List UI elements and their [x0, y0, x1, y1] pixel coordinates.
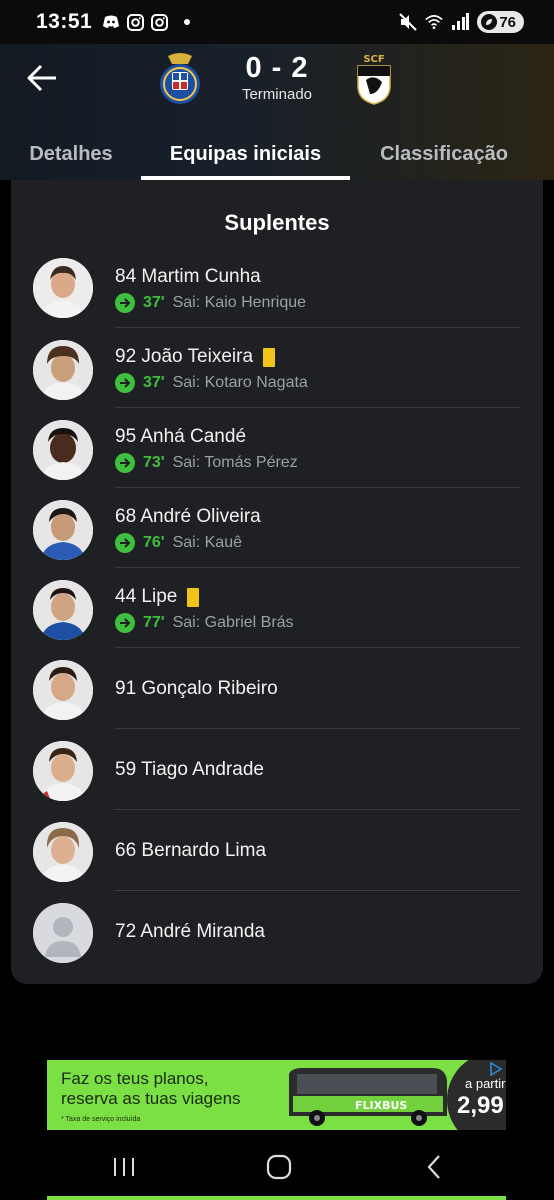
instagram-icon — [150, 13, 168, 31]
home-icon — [266, 1154, 292, 1180]
player-row[interactable]: 84 Martim Cunha 37' Sai: Kaio Henrique — [11, 248, 543, 328]
section-title: Suplentes — [224, 210, 330, 235]
sub-replaced-player: Sai: Tomás Pérez — [172, 454, 298, 471]
match-score: 0 - 2 — [245, 52, 309, 84]
player-row[interactable]: 44 Lipe 77' Sai: Gabriel Brás — [11, 568, 543, 648]
player-avatar — [33, 258, 93, 318]
mute-icon — [399, 13, 418, 31]
player-name: 95 Anhá Candé — [115, 426, 247, 447]
system-navigation-bar — [0, 1134, 554, 1200]
player-name: 72 André Miranda — [115, 921, 265, 942]
match-tabs: Detalhes Equipas iniciais Classificação — [0, 128, 554, 180]
arrow-left-icon — [27, 64, 56, 92]
sub-replaced-player: Sai: Kauê — [172, 534, 242, 551]
ad-price-label: a partir de — [465, 1076, 506, 1091]
ad-banner[interactable]: Faz os teus planos, reserva as tuas viag… — [47, 1060, 506, 1130]
wifi-icon — [425, 13, 444, 31]
player-row[interactable]: 59 Tiago Andrade — [11, 729, 543, 810]
player-row[interactable]: 91 Gonçalo Ribeiro — [11, 648, 543, 729]
player-name: 44 Lipe — [115, 586, 200, 608]
adchoices-icon[interactable] — [489, 1062, 503, 1076]
player-avatar — [33, 660, 93, 720]
ad-line-1: Faz os teus planos, — [61, 1069, 209, 1088]
player-avatar — [33, 741, 93, 801]
home-button[interactable] — [262, 1152, 296, 1182]
sub-replaced-player: Sai: Kotaro Nagata — [172, 374, 308, 391]
player-name: 68 André Oliveira — [115, 506, 261, 527]
substitution-info: 37' Sai: Kotaro Nagata — [115, 373, 308, 393]
more-notifications-dot — [184, 19, 191, 25]
bus-icon: FLIXBUS — [289, 1068, 447, 1126]
sub-in-icon — [115, 533, 135, 553]
sub-minute: 76' — [143, 534, 165, 551]
ad-brand: FLIXBUS — [355, 1099, 407, 1112]
recent-apps-icon — [114, 1158, 134, 1176]
sub-replaced-player: Sai: Kaio Henrique — [172, 294, 307, 311]
player-avatar — [33, 340, 93, 400]
player-row[interactable]: 95 Anhá Candé 73' Sai: Tomás Pérez — [11, 408, 543, 488]
back-nav-button[interactable] — [417, 1152, 451, 1182]
substitution-info: 76' Sai: Kauê — [115, 533, 242, 553]
svg-text:SCF: SCF — [363, 54, 384, 65]
notification-icons — [102, 13, 191, 31]
player-row[interactable]: 68 André Oliveira 76' Sai: Kauê — [11, 488, 543, 568]
player-name: 84 Martim Cunha — [115, 266, 261, 287]
discord-icon — [102, 13, 120, 31]
ad-price: 2,99 €* — [457, 1092, 506, 1119]
status-bar: 13:51 76 — [0, 0, 554, 44]
player-row[interactable]: 92 João Teixeira 37' Sai: Kotaro Nagata — [11, 328, 543, 408]
home-team-crest[interactable] — [158, 50, 202, 106]
status-time: 13:51 — [36, 10, 93, 33]
fc-porto-crest-icon — [160, 53, 200, 104]
back-button[interactable] — [22, 58, 62, 98]
yellow-card-icon — [263, 347, 276, 367]
sub-minute: 77' — [143, 614, 165, 631]
sub-in-icon — [115, 293, 135, 313]
ad-line-2: reserva as tuas viagens — [61, 1089, 241, 1108]
player-row[interactable]: 66 Bernardo Lima — [11, 810, 543, 891]
substitution-info: 73' Sai: Tomás Pérez — [115, 453, 298, 473]
yellow-card-icon — [187, 587, 200, 607]
power-saving-icon — [481, 14, 498, 30]
sub-replaced-player: Sai: Gabriel Brás — [172, 614, 294, 631]
person-placeholder-icon — [33, 903, 93, 963]
sub-in-icon — [115, 373, 135, 393]
system-icons: 76 — [399, 11, 524, 33]
player-avatar-placeholder — [33, 903, 93, 963]
scf-farense-crest-icon: SCF — [357, 54, 391, 105]
player-name: 66 Bernardo Lima — [115, 840, 267, 861]
player-name: 91 Gonçalo Ribeiro — [115, 678, 278, 699]
bottom-ad-strip — [47, 1196, 506, 1200]
player-avatar — [33, 420, 93, 480]
tab-lineups[interactable]: Equipas iniciais — [141, 128, 350, 180]
recent-apps-button[interactable] — [107, 1152, 141, 1182]
player-avatar — [33, 580, 93, 640]
sub-in-icon — [115, 453, 135, 473]
sub-minute: 37' — [143, 294, 165, 311]
match-status: Terminado — [241, 86, 313, 103]
substitutes-card: Suplentes 84 Martim Cunha 37' Sai: Kaio … — [11, 180, 543, 984]
ad-headline: Faz os teus planos, reserva as tuas viag… — [61, 1069, 241, 1109]
player-avatar — [33, 822, 93, 882]
match-header: 0 - 2 Terminado SCF Detalhes Equipas ini… — [0, 44, 554, 180]
sub-in-icon — [115, 613, 135, 633]
tab-standings[interactable]: Classificação — [360, 128, 528, 180]
substitution-info: 77' Sai: Gabriel Brás — [115, 613, 294, 633]
sub-minute: 73' — [143, 454, 165, 471]
chevron-left-icon — [427, 1155, 440, 1179]
away-team-crest[interactable]: SCF — [352, 50, 396, 106]
player-name: 92 João Teixeira — [115, 346, 276, 368]
substitution-info: 37' Sai: Kaio Henrique — [115, 293, 306, 313]
tab-details[interactable]: Detalhes — [12, 128, 130, 180]
player-name: 59 Tiago Andrade — [115, 759, 264, 780]
battery-indicator: 76 — [477, 11, 524, 33]
signal-icon — [451, 13, 470, 31]
battery-level: 76 — [499, 13, 516, 31]
sub-minute: 37' — [143, 374, 165, 391]
player-row[interactable]: 72 André Miranda — [11, 891, 543, 971]
ad-fine-print: * Taxa de serviço incluída — [61, 1116, 141, 1123]
player-avatar — [33, 500, 93, 560]
instagram-icon — [126, 13, 144, 31]
